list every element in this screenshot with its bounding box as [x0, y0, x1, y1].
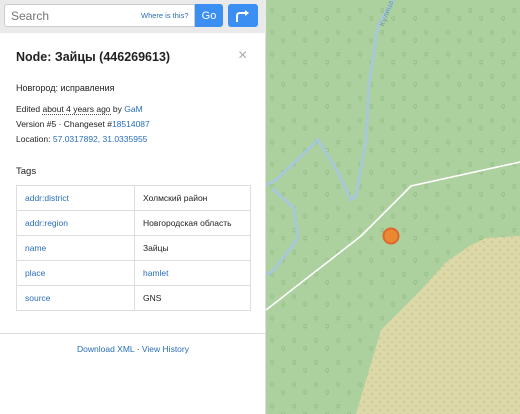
location-line: Location: 57.0317892, 31.0335955 — [16, 134, 147, 144]
sidebar: Where is this? Go Node: Зайцы (446269613… — [0, 0, 266, 414]
tag-key[interactable]: source — [16, 285, 135, 311]
close-icon[interactable]: × — [238, 48, 247, 64]
node-marker[interactable] — [382, 227, 400, 245]
changeset-comment: Новгород: исправления — [16, 83, 115, 93]
tag-value: Новгородская область — [134, 210, 251, 236]
edited-by: by — [110, 104, 125, 114]
tag-value-link[interactable]: hamlet — [134, 260, 251, 286]
location-prefix: Location: — [16, 134, 53, 144]
tag-key[interactable]: name — [16, 235, 135, 261]
tag-key[interactable]: place — [16, 260, 135, 286]
edited-time: about 4 years ago — [42, 104, 111, 115]
map-canvas[interactable]: ϙ ϙ Кулица — [266, 0, 520, 414]
footer-divider — [0, 333, 266, 334]
go-button[interactable]: Go — [195, 4, 223, 27]
footer-links: Download XML · View History — [0, 344, 266, 354]
edited-line: Edited about 4 years ago by GaM — [16, 104, 143, 115]
footer-separator: · — [134, 344, 142, 354]
table-row: place hamlet — [16, 260, 251, 286]
table-row: addr:region Новгородская область — [16, 210, 251, 236]
page-title: Node: Зайцы (446269613) — [16, 50, 171, 64]
where-is-this-link[interactable]: Where is this? — [141, 11, 189, 20]
tags-heading: Tags — [16, 166, 37, 177]
directions-icon — [236, 9, 249, 22]
location-link[interactable]: 57.0317892, 31.0335955 — [53, 134, 148, 144]
download-xml-link[interactable]: Download XML — [77, 344, 134, 354]
tag-value: Зайцы — [134, 235, 251, 261]
version-line: Version #5 · Changeset #18514087 — [16, 119, 150, 129]
map[interactable]: ϙ ϙ Кулица — [266, 0, 520, 414]
version-text: Version #5 · Changeset # — [16, 119, 112, 129]
tags-table: addr:district Холмский район addr:region… — [16, 185, 251, 311]
edited-prefix: Edited — [16, 104, 43, 114]
directions-button[interactable] — [228, 4, 258, 27]
tag-value: Холмский район — [134, 185, 251, 211]
table-row: name Зайцы — [16, 235, 251, 261]
editor-link[interactable]: GaM — [124, 104, 142, 114]
tag-key[interactable]: addr:region — [16, 210, 135, 236]
tag-key[interactable]: addr:district — [16, 185, 135, 211]
changeset-link[interactable]: 18514087 — [112, 119, 150, 129]
table-row: source GNS — [16, 285, 251, 311]
search-bar: Where is this? Go — [0, 0, 266, 33]
view-history-link[interactable]: View History — [142, 344, 189, 354]
tag-value: GNS — [134, 285, 251, 311]
table-row: addr:district Холмский район — [16, 185, 251, 211]
